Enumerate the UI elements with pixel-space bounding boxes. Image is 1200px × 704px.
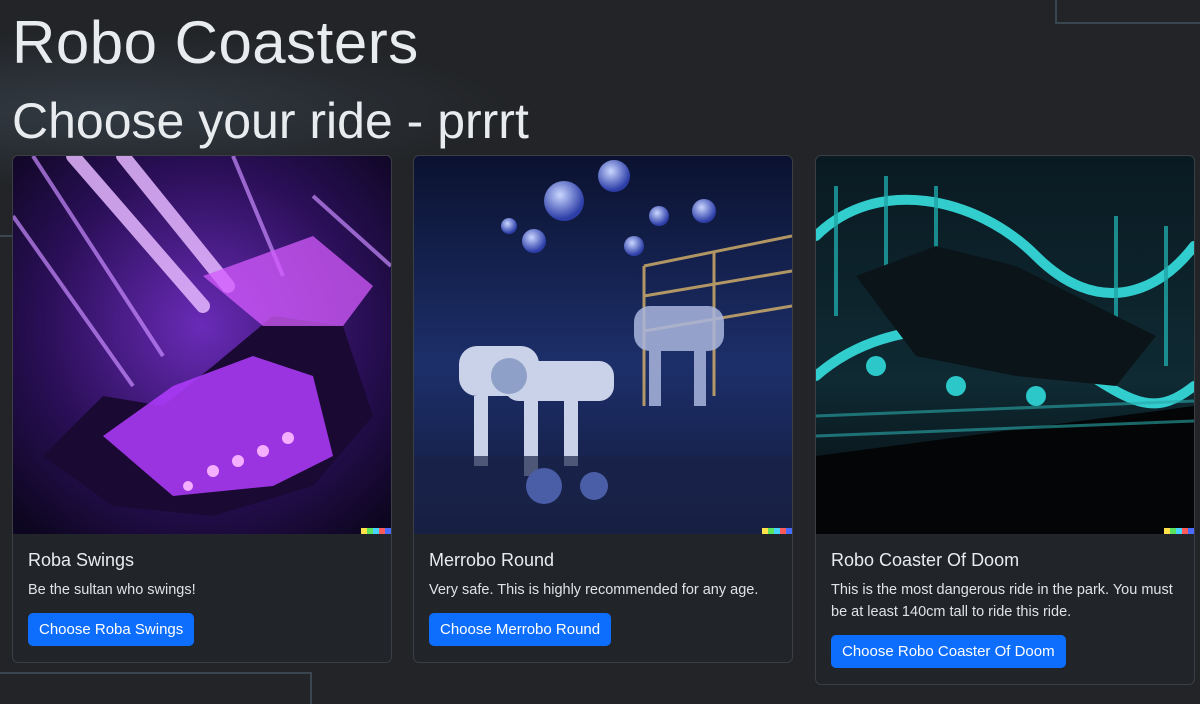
background-circuit-line [0,235,12,238]
image-watermark [762,528,792,534]
choose-ride-button[interactable]: Choose Merrobo Round [429,613,612,646]
ride-description: This is the most dangerous ride in the p… [831,582,1173,620]
background-circuit-line [0,672,312,704]
ride-card-roba-swings: Roba Swings Be the sultan who swings! Ch… [12,155,392,663]
page-title: Robo Coasters [12,9,419,76]
ride-image-merrobo-round [414,156,792,534]
ride-image-roba-swings [13,156,391,534]
ride-description: Very safe. This is highly recommended fo… [429,582,759,598]
image-watermark [1164,528,1194,534]
ride-title: Roba Swings [28,550,135,570]
page-subtitle: Choose your ride - prrrt [12,93,529,149]
ride-title: Robo Coaster Of Doom [831,550,1020,570]
background-circuit-line [1055,0,1200,24]
ride-description: Be the sultan who swings! [28,582,196,598]
ride-card-robo-coaster-of-doom: Robo Coaster Of Doom This is the most da… [815,155,1195,685]
image-watermark [361,528,391,534]
choose-ride-button[interactable]: Choose Roba Swings [28,613,195,646]
ride-image-robo-coaster-of-doom [816,156,1194,534]
ride-title: Merrobo Round [429,550,555,570]
choose-ride-button[interactable]: Choose Robo Coaster Of Doom [831,635,1066,668]
ride-card-merrobo-round: Merrobo Round Very safe. This is highly … [413,155,793,663]
